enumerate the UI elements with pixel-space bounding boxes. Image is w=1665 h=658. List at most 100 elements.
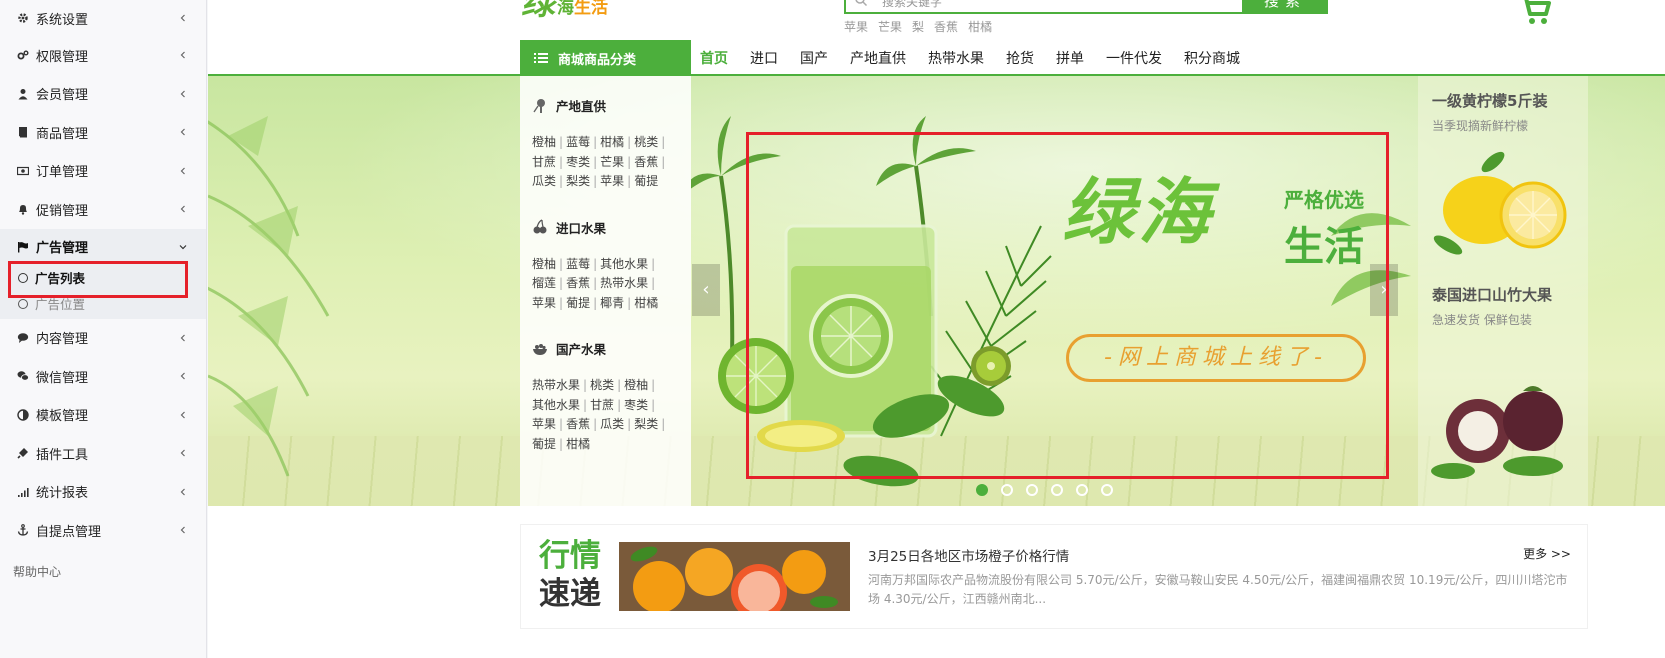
bell-icon xyxy=(16,202,30,216)
category-link[interactable]: 柑橘 xyxy=(600,135,624,149)
category-link[interactable]: 橙柚 xyxy=(532,135,556,149)
logo-text: 海生活 xyxy=(557,0,608,18)
nav-link-group-buy[interactable]: 拼单 xyxy=(1056,48,1084,68)
cart-icon[interactable] xyxy=(1518,0,1552,26)
category-link[interactable]: 香蕉 xyxy=(566,276,590,290)
banner-dot[interactable] xyxy=(976,484,988,496)
category-link[interactable]: 蓝莓 xyxy=(566,257,590,271)
category-link[interactable]: 苹果 xyxy=(532,296,556,310)
category-panel: 产地直供 橙柚 | 蓝莓 | 柑橘 | 桃类 | 甘蔗 | 枣类 | 芒果 | 香蕉 | 瓜类 | 梨类 | 苹果 |… xyxy=(520,76,691,506)
sidebar-item-reports[interactable]: 统计报表 xyxy=(0,473,206,512)
search-button[interactable]: 搜索 xyxy=(1242,0,1328,14)
category-link[interactable]: 其他水果 xyxy=(600,257,648,271)
category-link[interactable]: 柑橘 xyxy=(634,296,658,310)
category-group: 产地直供 橙柚 | 蓝莓 | 柑橘 | 桃类 | 甘蔗 | 枣类 | 芒果 | 香蕉 | 瓜类 | 梨类 | 苹果 |… xyxy=(532,96,679,192)
sidebar-item-products[interactable]: 商品管理 xyxy=(0,113,206,152)
nav-link-origin-direct[interactable]: 产地直供 xyxy=(850,48,906,68)
category-link[interactable]: 梨类 xyxy=(634,417,658,431)
cogs-icon xyxy=(16,48,30,62)
category-title[interactable]: 国产水果 xyxy=(532,339,679,358)
category-link[interactable]: 热带水果 xyxy=(532,378,580,392)
hot-keyword[interactable]: 苹果 xyxy=(844,18,868,35)
nav-link-domestic[interactable]: 国产 xyxy=(800,48,828,68)
sidebar-item-ads[interactable]: 广告管理 xyxy=(0,228,206,265)
nav-link-tropical[interactable]: 热带水果 xyxy=(928,48,984,68)
category-link[interactable]: 葡提 xyxy=(532,437,556,451)
banner-dot[interactable] xyxy=(1026,484,1038,496)
category-link[interactable]: 葡提 xyxy=(634,174,658,188)
category-link[interactable]: 瓜类 xyxy=(532,174,556,188)
category-title[interactable]: 进口水果 xyxy=(532,218,679,237)
submenu-item-ad-list[interactable]: 广告列表 xyxy=(0,265,206,291)
hot-keyword[interactable]: 柑橘 xyxy=(968,18,992,35)
category-link[interactable]: 榴莲 xyxy=(532,276,556,290)
mangosteen-image[interactable] xyxy=(1428,376,1578,486)
hero-banner[interactable]: 产地直供 橙柚 | 蓝莓 | 柑橘 | 桃类 | 甘蔗 | 枣类 | 芒果 | 香蕉 | 瓜类 | 梨类 | 苹果 |… xyxy=(208,76,1665,506)
category-link[interactable]: 柑橘 xyxy=(566,437,590,451)
hot-keyword[interactable]: 梨 xyxy=(912,18,924,35)
category-link[interactable]: 香蕉 xyxy=(566,417,590,431)
lemon-image[interactable] xyxy=(1428,150,1578,260)
category-link[interactable]: 热带水果 xyxy=(600,276,648,290)
category-title[interactable]: 产地直供 xyxy=(532,96,679,115)
category-menu-button[interactable]: 商城商品分类 xyxy=(520,40,691,76)
promo-title[interactable]: 一级黄柠檬5斤装 xyxy=(1432,90,1574,111)
hot-keyword[interactable]: 芒果 xyxy=(878,18,902,35)
sidebar-item-content[interactable]: 内容管理 xyxy=(0,319,206,358)
nav-link-home[interactable]: 首页 xyxy=(700,48,728,68)
banner-dot[interactable] xyxy=(1051,484,1063,496)
news-label-line1: 行情 xyxy=(539,538,601,574)
sidebar-item-templates[interactable]: 模板管理 xyxy=(0,396,206,435)
nav-link-flash-sale[interactable]: 抢货 xyxy=(1006,48,1034,68)
nav-link-imported[interactable]: 进口 xyxy=(750,48,778,68)
nav-link-dropship[interactable]: 一件代发 xyxy=(1106,48,1162,68)
banner-next-button[interactable]: › xyxy=(1370,264,1398,316)
sidebar-item-members[interactable]: 会员管理 xyxy=(0,75,206,114)
category-link[interactable]: 椰青 xyxy=(600,296,624,310)
sidebar-item-orders[interactable]: 订单管理 xyxy=(0,152,206,191)
category-link[interactable]: 苹果 xyxy=(532,417,556,431)
site-logo[interactable]: 绿 海生活 xyxy=(521,0,608,20)
sidebar-item-system-settings[interactable]: 系统设置 xyxy=(0,0,206,36)
sidebar-item-promotions[interactable]: 促销管理 xyxy=(0,190,206,229)
category-link[interactable]: 梨类 xyxy=(566,174,590,188)
sidebar-item-pickup-points[interactable]: 自提点管理 xyxy=(0,511,206,550)
cherry-icon xyxy=(533,219,547,234)
category-link[interactable]: 葡提 xyxy=(566,296,590,310)
category-link[interactable]: 其他水果 xyxy=(532,398,580,412)
category-link[interactable]: 枣类 xyxy=(566,155,590,169)
category-link[interactable]: 芒果 xyxy=(600,155,624,169)
promo-subtitle: 当季现摘新鲜柠檬 xyxy=(1432,119,1529,133)
promo-title[interactable]: 泰国进口山竹大果 xyxy=(1432,284,1574,305)
news-more-link[interactable]: 更多 >> xyxy=(1523,545,1571,562)
sidebar-item-plugins[interactable]: 插件工具 xyxy=(0,434,206,473)
category-link[interactable]: 瓜类 xyxy=(600,417,624,431)
category-link[interactable]: 桃类 xyxy=(590,378,614,392)
category-link[interactable]: 苹果 xyxy=(600,174,624,188)
banner-dot[interactable] xyxy=(1101,484,1113,496)
banner-prev-button[interactable]: ‹ xyxy=(692,264,720,316)
submenu-item-ad-positions[interactable]: 广告位置 xyxy=(0,291,206,317)
sidebar-item-wechat[interactable]: 微信管理 xyxy=(0,357,206,396)
category-links: 热带水果 | 桃类 | 橙柚 | 其他水果 | 甘蔗 | 枣类 | 苹果 | 香蕉 | 瓜类 | 梨类 | 葡提 |… xyxy=(532,378,666,451)
nav-link-points-mall[interactable]: 积分商城 xyxy=(1184,48,1240,68)
category-link[interactable]: 香蕉 xyxy=(634,155,658,169)
banner-dot[interactable] xyxy=(1001,484,1013,496)
category-link[interactable]: 橙柚 xyxy=(624,378,648,392)
help-center-link[interactable]: 帮助中心 xyxy=(13,563,61,580)
slide-artwork xyxy=(691,116,1411,487)
sidebar-item-permissions[interactable]: 权限管理 xyxy=(0,36,206,75)
category-link[interactable]: 甘蔗 xyxy=(532,155,556,169)
category-link[interactable]: 甘蔗 xyxy=(590,398,614,412)
category-link[interactable]: 橙柚 xyxy=(532,257,556,271)
banner-dot[interactable] xyxy=(1076,484,1088,496)
category-link[interactable]: 蓝莓 xyxy=(566,135,590,149)
category-link[interactable]: 桃类 xyxy=(634,135,658,149)
news-title[interactable]: 3月25日各地区市场橙子价格行情 xyxy=(868,545,1069,565)
oranges-thumbnail[interactable] xyxy=(619,542,850,611)
bowl-icon xyxy=(533,343,547,355)
sidebar-item-label: 统计报表 xyxy=(36,486,89,502)
news-label-line2: 速递 xyxy=(539,576,601,612)
hot-keyword[interactable]: 香蕉 xyxy=(934,18,958,35)
category-link[interactable]: 枣类 xyxy=(624,398,648,412)
